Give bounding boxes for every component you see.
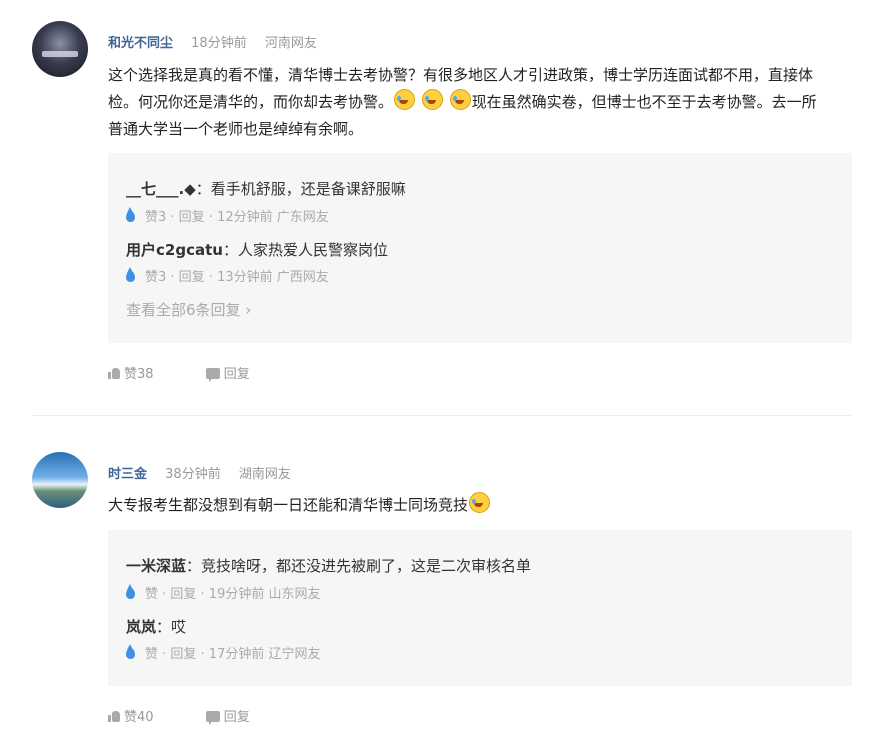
comment-actions: 赞38 回复 bbox=[108, 363, 298, 382]
reply-item: 用户c2gcatu：人家热爱人民警察岗位 bbox=[126, 239, 388, 260]
water-drop-icon[interactable] bbox=[126, 207, 135, 222]
reply-item: __七___.◆：看手机舒服，还是备课舒服嘛 bbox=[126, 178, 406, 199]
reply-text: ：看手机舒服，还是备课舒服嘛 bbox=[195, 180, 406, 198]
view-all-replies-link[interactable]: 查看全部6条回复 › bbox=[126, 299, 251, 320]
thumbs-up-icon bbox=[108, 710, 121, 722]
comment-username[interactable]: 和光不同尘 bbox=[108, 36, 173, 51]
crying-laugh-emoji-icon bbox=[421, 89, 443, 110]
reply-button[interactable]: 回复 bbox=[205, 363, 250, 382]
comment-text-line: 普通大学当一个老师也是绰绰有余啊。 bbox=[108, 120, 364, 138]
comment-time: 38分钟前 bbox=[165, 467, 221, 482]
comment-meta: 时三金 38分钟前 湖南网友 bbox=[108, 463, 291, 482]
reply-username[interactable]: __七___.◆ bbox=[126, 180, 196, 198]
reply-meta: 赞3 · 回复 · 12分钟前 广东网友 bbox=[126, 206, 329, 225]
thumbs-up-icon bbox=[108, 367, 121, 379]
comment-bubble-icon bbox=[205, 711, 220, 725]
water-drop-icon[interactable] bbox=[126, 267, 135, 282]
reply-text: ：哎 bbox=[156, 618, 187, 636]
comment-divider bbox=[32, 415, 852, 416]
like-label: 赞38 bbox=[124, 367, 154, 382]
like-button[interactable]: 赞40 bbox=[108, 706, 154, 725]
reply-meta: 赞 · 回复 · 17分钟前 辽宁网友 bbox=[126, 643, 320, 662]
reply-meta-text: 赞3 · 回复 · 13分钟前 广西网友 bbox=[145, 270, 329, 285]
reply-box: 一米深蓝：竞技啥呀，都还没进先被刷了，这是二次审核名单 赞 · 回复 · 19分… bbox=[108, 530, 852, 686]
comment-actions: 赞40 回复 bbox=[108, 706, 298, 725]
reply-meta: 赞 · 回复 · 19分钟前 山东网友 bbox=[126, 583, 320, 602]
comment-location: 河南网友 bbox=[264, 36, 317, 51]
avatar[interactable] bbox=[32, 452, 88, 508]
comment-text: 大专报考生都没想到有朝一日还能和清华博士同场竞技 bbox=[108, 492, 853, 519]
reply-item: 岚岚：哎 bbox=[126, 616, 186, 637]
reply-text: ：人家热爱人民警察岗位 bbox=[222, 241, 388, 259]
reply-button[interactable]: 回复 bbox=[205, 706, 250, 725]
comment-meta: 和光不同尘 18分钟前 河南网友 bbox=[108, 32, 317, 51]
comment-text-line: 检。何况你还是清华的，而你却去考协警。 现在虽然确实卷，但博士也不至于去考协警。… bbox=[108, 89, 853, 116]
reply-label: 回复 bbox=[223, 710, 250, 725]
comment-text-segment: 现在虽然确实卷，但博士也不至于去考协警。去一所 bbox=[471, 93, 817, 111]
like-button[interactable]: 赞38 bbox=[108, 363, 154, 382]
like-label: 赞40 bbox=[124, 710, 154, 725]
comment-time: 18分钟前 bbox=[191, 36, 247, 51]
reply-username[interactable]: 一米深蓝 bbox=[126, 557, 186, 575]
comment-text-segment: 大专报考生都没想到有朝一日还能和清华博士同场竞技 bbox=[108, 496, 469, 514]
comment-bubble-icon bbox=[205, 368, 220, 382]
water-drop-icon[interactable] bbox=[126, 644, 135, 659]
crying-laugh-emoji-icon bbox=[449, 89, 471, 110]
reply-box: __七___.◆：看手机舒服，还是备课舒服嘛 赞3 · 回复 · 12分钟前 广… bbox=[108, 153, 852, 343]
reply-meta-text: 赞 · 回复 · 17分钟前 辽宁网友 bbox=[145, 647, 321, 662]
reply-item: 一米深蓝：竞技啥呀，都还没进先被刷了，这是二次审核名单 bbox=[126, 555, 531, 576]
comment-text-segment: 检。何况你还是清华的，而你却去考协警。 bbox=[108, 93, 394, 111]
crying-laugh-emoji-icon bbox=[469, 492, 491, 513]
reply-username[interactable]: 用户c2gcatu bbox=[126, 241, 223, 259]
comment-text-line: 这个选择我是真的看不懂，清华博士去考协警？有很多地区人才引进政策，博士学历连面试… bbox=[108, 66, 814, 84]
reply-meta: 赞3 · 回复 · 13分钟前 广西网友 bbox=[126, 266, 329, 285]
reply-text: ：竞技啥呀，都还没进先被刷了，这是二次审核名单 bbox=[186, 557, 532, 575]
comment-text: 这个选择我是真的看不懂，清华博士去考协警？有很多地区人才引进政策，博士学历连面试… bbox=[108, 62, 853, 143]
avatar[interactable] bbox=[32, 21, 88, 77]
comment-username[interactable]: 时三金 bbox=[108, 467, 147, 482]
comment-location: 湖南网友 bbox=[238, 467, 291, 482]
reply-label: 回复 bbox=[223, 367, 250, 382]
reply-meta-text: 赞3 · 回复 · 12分钟前 广东网友 bbox=[145, 210, 329, 225]
reply-username[interactable]: 岚岚 bbox=[126, 618, 156, 636]
crying-laugh-emoji-icon bbox=[394, 89, 416, 110]
water-drop-icon[interactable] bbox=[126, 584, 135, 599]
reply-meta-text: 赞 · 回复 · 19分钟前 山东网友 bbox=[145, 587, 321, 602]
